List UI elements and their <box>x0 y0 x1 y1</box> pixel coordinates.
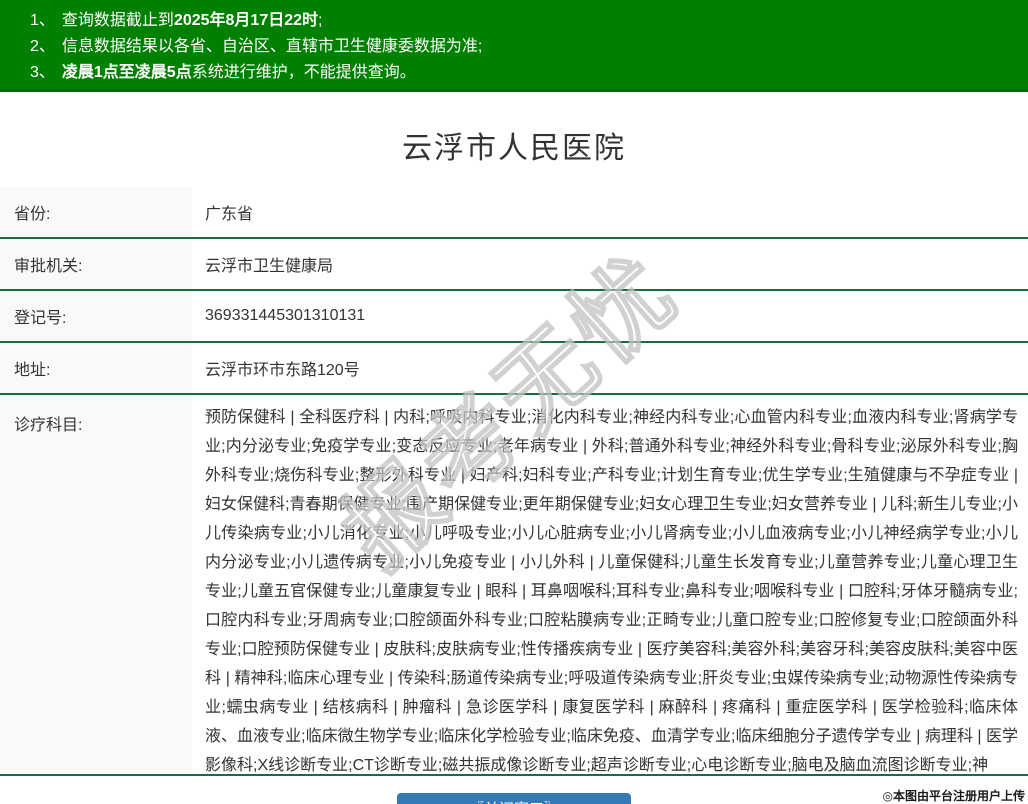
table-row: 登记号: 369331445301310131 <box>0 291 1028 343</box>
notice-text: 系统进行维护，不能提供查询。 <box>191 64 416 81</box>
row-label: 登记号: <box>0 291 192 341</box>
row-label: 地址: <box>0 343 192 393</box>
notice-number: 2、 <box>30 38 55 55</box>
notice-item: 3、 凌晨1点至凌晨5点系统进行维护，不能提供查询。 <box>30 60 1028 86</box>
row-label: 诊疗科目: <box>0 395 192 774</box>
hospital-query-result-page: 1、 查询数据截止到2025年8月17日22时; 2、 信息数据结果以各省、自治区、直… <box>0 0 1028 804</box>
row-value: 预防保健科 | 全科医疗科 | 内科;呼吸内科专业;消化内科专业;神经内科专业;… <box>205 409 1018 774</box>
notice-list: 1、 查询数据截止到2025年8月17日22时; 2、 信息数据结果以各省、自治区、直… <box>30 8 1028 86</box>
notice-banner: 1、 查询数据截止到2025年8月17日22时; 2、 信息数据结果以各省、自治区、直… <box>0 0 1028 92</box>
notice-number: 1、 <box>30 12 55 29</box>
table-row: 审批机关: 云浮市卫生健康局 <box>0 239 1028 291</box>
notice-text: 信息数据结果以各省、自治区、直辖市卫生健康委数据为准; <box>61 38 483 55</box>
row-value: 云浮市卫生健康局 <box>205 258 334 275</box>
table-row: 地址: 云浮市环市东路120号 <box>0 343 1028 395</box>
notice-item: 2、 信息数据结果以各省、自治区、直辖市卫生健康委数据为准; <box>30 34 1028 60</box>
row-label: 审批机关: <box>0 239 192 289</box>
close-window-button[interactable]: 〖关闭窗口〗 <box>397 793 631 804</box>
notice-text: ; <box>318 12 323 29</box>
row-value: 369331445301310131 <box>205 307 366 324</box>
notice-item: 1、 查询数据截止到2025年8月17日22时; <box>30 8 1028 34</box>
row-label: 省份: <box>0 187 192 237</box>
hospital-info-table: 省份: 广东省 审批机关: 云浮市卫生健康局 登记号: 36933144530131013… <box>0 187 1028 776</box>
table-row: 省份: 广东省 <box>0 187 1028 239</box>
page-title: 云浮市人民医院 <box>402 132 626 165</box>
notice-text: 查询数据截止到 <box>61 12 174 29</box>
row-value: 广东省 <box>205 206 254 223</box>
table-row: 诊疗科目: 预防保健科 | 全科医疗科 | 内科;呼吸内科专业;消化内科专业;神经… <box>0 395 1028 776</box>
row-value: 云浮市环市东路120号 <box>205 362 360 379</box>
uploader-note: ◎本图由平台注册用户上传 <box>882 789 1025 803</box>
notice-text: 2025年8月17日22时 <box>173 12 319 29</box>
notice-text: 凌晨1点至凌晨5点 <box>61 64 192 81</box>
notice-number: 3、 <box>30 64 55 81</box>
